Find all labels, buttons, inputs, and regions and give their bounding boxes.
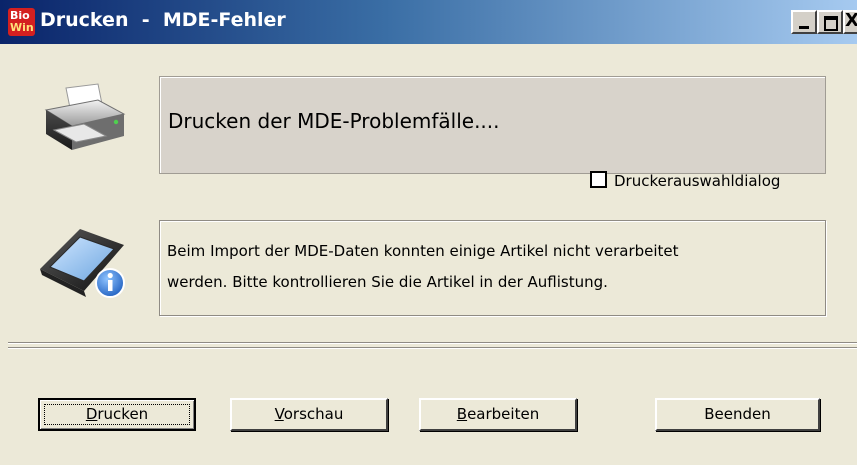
- window-title: Drucken - MDE-Fehler: [40, 9, 286, 31]
- separator-highlight-2: [8, 348, 857, 349]
- printer-icon: [44, 83, 126, 150]
- app-icon-text-bottom: Win: [10, 21, 34, 34]
- printer-dialog-label[interactable]: Druckerauswahldialog: [614, 172, 780, 190]
- dialog-window: Bio Win Drucken - MDE-Fehler X Drucken d…: [0, 0, 857, 465]
- bearbeiten-label: earbeiten: [467, 405, 540, 423]
- bearbeiten-mnemonic: B: [456, 405, 468, 423]
- vorschau-label: orschau: [283, 405, 344, 423]
- minimize-button[interactable]: [791, 10, 817, 34]
- separator-highlight-1: [8, 343, 857, 344]
- bearbeiten-button[interactable]: Bearbeiten: [419, 398, 577, 431]
- beenden-button[interactable]: Beenden: [655, 398, 820, 431]
- beenden-label: Beenden: [704, 405, 771, 423]
- drucken-button[interactable]: Drucken: [38, 398, 196, 431]
- info-message-line-1: Beim Import der MDE-Daten konnten einige…: [167, 242, 679, 260]
- focus-rectangle: [44, 404, 190, 425]
- maximize-icon: [824, 16, 838, 31]
- app-icon[interactable]: Bio Win: [8, 8, 35, 36]
- app-icon-text-top: Bio: [10, 9, 30, 22]
- pda-info-icon: [40, 229, 125, 298]
- vorschau-button[interactable]: Vorschau: [230, 398, 388, 431]
- close-icon: X: [845, 10, 857, 31]
- maximize-button[interactable]: [817, 10, 843, 34]
- title-bar[interactable]: Bio Win Drucken - MDE-Fehler X: [0, 0, 857, 44]
- vorschau-mnemonic: V: [274, 405, 284, 423]
- minimize-icon: [799, 26, 809, 29]
- close-button[interactable]: X: [843, 10, 857, 34]
- print-status-text: Drucken der MDE-Problemfälle....: [168, 109, 500, 133]
- printer-dialog-checkbox[interactable]: [590, 171, 607, 188]
- info-message: Beim Import der MDE-Daten konnten einige…: [167, 236, 827, 298]
- info-message-line-2: werden. Bitte kontrollieren Sie die Arti…: [167, 273, 608, 291]
